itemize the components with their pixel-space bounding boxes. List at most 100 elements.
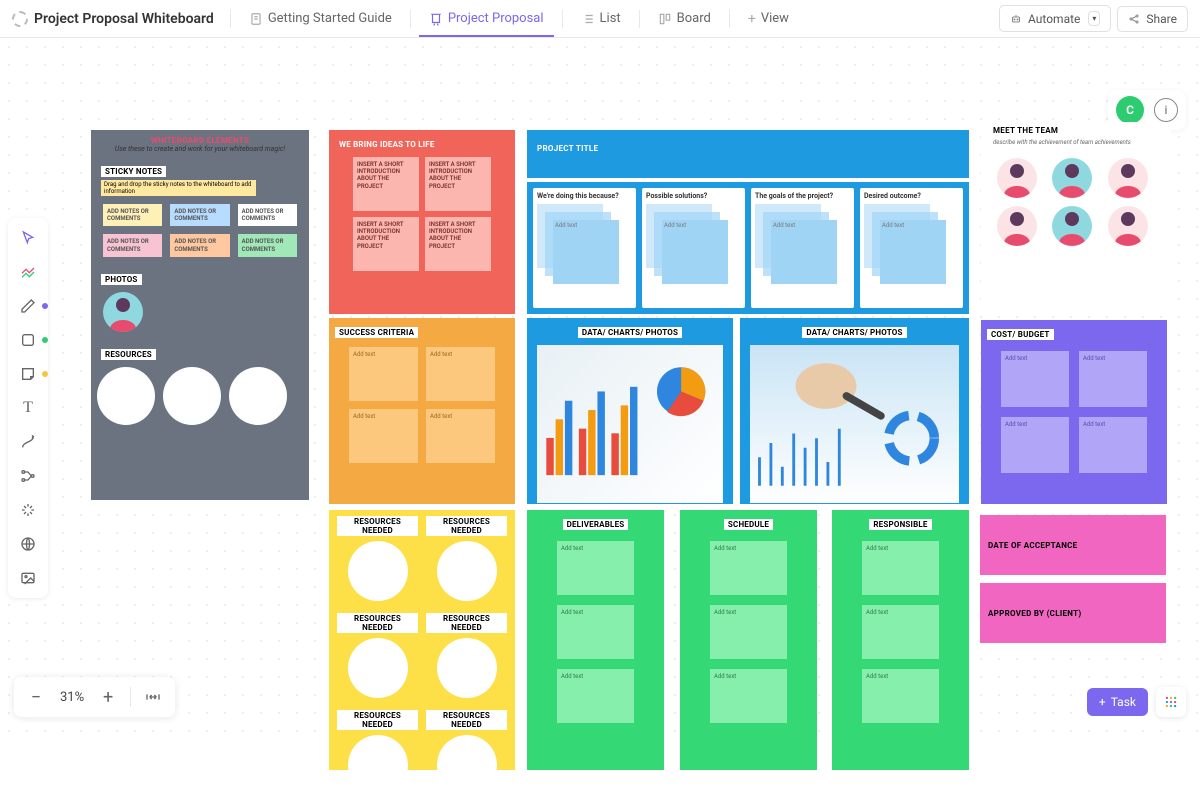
share-button[interactable]: Share (1117, 6, 1188, 32)
resources-needed-panel[interactable]: RESOURCES NEEDED RESOURCES NEEDED RESOUR… (329, 510, 515, 770)
topbar: Project Proposal Whiteboard Getting Star… (0, 0, 1200, 38)
sticky-note[interactable]: ADD NOTES OR COMMENTS (103, 234, 162, 256)
automate-button[interactable]: Automate ▾ (999, 5, 1111, 32)
tab-project-proposal[interactable]: Project Proposal (419, 0, 554, 37)
cursor-tool[interactable] (14, 224, 42, 252)
photo-placeholder[interactable] (103, 292, 143, 332)
zoom-in-button[interactable]: + (94, 683, 122, 711)
web-tool[interactable] (14, 530, 42, 558)
approved-panel[interactable]: APPROVED BY (CLIENT) (980, 583, 1166, 643)
intro-note[interactable]: INSERT A SHORT INTRODUCTION ABOUT THE PR… (425, 157, 491, 211)
success-note[interactable]: Add text (349, 347, 418, 401)
deliv-note[interactable]: Add text (557, 605, 634, 659)
note-stack[interactable]: Add text (537, 204, 617, 282)
responsible-panel[interactable]: RESPONSIBLE Add text Add text Add text (832, 510, 969, 770)
intro-note[interactable]: INSERT A SHORT INTRODUCTION ABOUT THE PR… (353, 217, 419, 271)
project-title-bar[interactable]: PROJECT TITLE (527, 130, 969, 178)
sched-note[interactable]: Add text (710, 605, 787, 659)
tab-list[interactable]: List (571, 0, 631, 37)
team-avatar[interactable] (1052, 158, 1092, 198)
resource-circle[interactable] (163, 367, 221, 425)
intro-note[interactable]: INSERT A SHORT INTRODUCTION ABOUT THE PR… (353, 157, 419, 211)
team-avatar[interactable] (1108, 158, 1148, 198)
resource-circle[interactable] (348, 735, 408, 795)
deliverables-panel[interactable]: DELIVERABLES Add text Add text Add text (527, 510, 664, 770)
bottom-actions: +Task (1087, 687, 1186, 717)
chevron-down-icon[interactable]: ▾ (1088, 11, 1100, 26)
budget-note[interactable]: Add text (1001, 417, 1069, 473)
budget-note[interactable]: Add text (1001, 351, 1069, 407)
diagram-tool[interactable] (14, 258, 42, 286)
task-button[interactable]: +Task (1087, 688, 1148, 716)
resource-circle[interactable] (229, 367, 287, 425)
text-tool[interactable]: T (14, 394, 42, 422)
resp-note[interactable]: Add text (862, 605, 939, 659)
deliv-note[interactable]: Add text (557, 669, 634, 723)
tab-add-view[interactable]: + View (738, 0, 799, 37)
chart-image (537, 345, 723, 503)
success-note[interactable]: Add text (426, 409, 495, 463)
sticky-note[interactable]: ADD NOTES OR COMMENTS (238, 204, 297, 226)
success-note[interactable]: Add text (426, 347, 495, 401)
team-panel[interactable]: MEET THE TEAM describe with the achievem… (981, 122, 1171, 314)
intro-note[interactable]: INSERT A SHORT INTRODUCTION ABOUT THE PR… (425, 217, 491, 271)
acceptance-panel[interactable]: DATE OF ACCEPTANCE (980, 515, 1166, 575)
project-columns[interactable]: We're doing this because? Add text Possi… (527, 182, 969, 314)
network-tool[interactable] (14, 462, 42, 490)
ideas-panel[interactable]: WE BRING IDEAS TO LIFE INSERT A SHORT IN… (329, 130, 515, 314)
zoom-controls: − 31% + (14, 677, 175, 717)
resp-note[interactable]: Add text (862, 669, 939, 723)
zoom-out-button[interactable]: − (22, 683, 50, 711)
whiteboard-canvas[interactable]: C i T WHITEBOARD ELEMENTS Use these to c… (0, 38, 1200, 733)
tab-label: Board (677, 11, 711, 26)
budget-panel[interactable]: COST/ BUDGET Add text Add text Add text … (981, 320, 1167, 504)
budget-note[interactable]: Add text (1079, 417, 1147, 473)
resp-note[interactable]: Add text (862, 541, 939, 595)
info-icon[interactable]: i (1154, 98, 1178, 122)
shape-tool[interactable] (14, 326, 42, 354)
note-stack[interactable]: Add text (755, 204, 835, 282)
avatar-initial: C (1126, 103, 1134, 117)
budget-note[interactable]: Add text (1079, 351, 1147, 407)
team-avatar[interactable] (1052, 206, 1092, 246)
success-label: SUCCESS CRITERIA (335, 327, 418, 338)
charts-panel-1[interactable]: DATA/ CHARTS/ PHOTOS (527, 318, 733, 504)
tab-board[interactable]: Board (648, 0, 721, 37)
team-avatar[interactable] (997, 158, 1037, 198)
deliv-note[interactable]: Add text (557, 541, 634, 595)
sticky-note[interactable]: ADD NOTES OR COMMENTS (238, 234, 297, 256)
resource-circle[interactable] (97, 367, 155, 425)
schedule-panel[interactable]: SCHEDULE Add text Add text Add text (680, 510, 817, 770)
resneeded-label: RESOURCES NEEDED (337, 613, 418, 633)
fit-width-button[interactable] (139, 683, 167, 711)
sched-note[interactable]: Add text (710, 541, 787, 595)
tab-getting-started[interactable]: Getting Started Guide (239, 0, 402, 37)
resource-circle[interactable] (348, 638, 408, 698)
avatar[interactable]: C (1116, 96, 1144, 124)
sticky-note[interactable]: ADD NOTES OR COMMENTS (170, 234, 229, 256)
connector-tool[interactable] (14, 428, 42, 456)
tab-label: Getting Started Guide (268, 11, 392, 26)
note-stack[interactable]: Add text (864, 204, 944, 282)
elements-panel[interactable]: WHITEBOARD ELEMENTS Use these to create … (91, 130, 309, 500)
resource-circle[interactable] (348, 541, 408, 601)
apps-button[interactable] (1156, 687, 1186, 717)
charts-panel-2[interactable]: DATA/ CHARTS/ PHOTOS (740, 318, 969, 504)
team-avatar[interactable] (997, 206, 1037, 246)
sticky-note[interactable]: ADD NOTES OR COMMENTS (170, 204, 229, 226)
success-panel[interactable]: SUCCESS CRITERIA Add text Add text Add t… (329, 318, 515, 504)
sticky-note[interactable]: ADD NOTES OR COMMENTS (103, 204, 162, 226)
note-stack[interactable]: Add text (646, 204, 726, 282)
text-icon: T (23, 399, 33, 417)
team-avatar[interactable] (1108, 206, 1148, 246)
sched-note[interactable]: Add text (710, 669, 787, 723)
image-icon (20, 570, 36, 586)
resource-circle[interactable] (437, 735, 497, 795)
resource-circle[interactable] (437, 541, 497, 601)
pen-tool[interactable] (14, 292, 42, 320)
image-tool[interactable] (14, 564, 42, 592)
success-note[interactable]: Add text (349, 409, 418, 463)
sticky-tool[interactable] (14, 360, 42, 388)
resource-circle[interactable] (437, 638, 497, 698)
ai-tool[interactable] (14, 496, 42, 524)
